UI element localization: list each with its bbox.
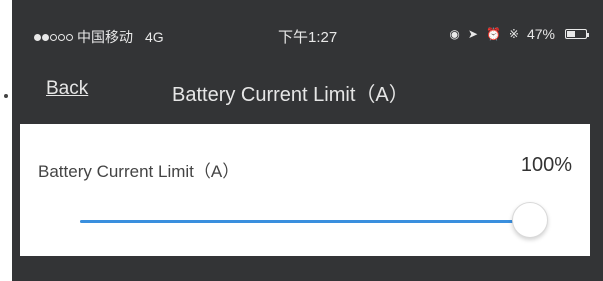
- alarm-icon: ⏰: [485, 27, 501, 41]
- signal-dot: [66, 33, 73, 41]
- status-left: 中国移动 4G: [34, 27, 164, 47]
- location-icon: ➤: [467, 27, 478, 41]
- signal-dot: [50, 33, 57, 41]
- signal-dot: [42, 33, 49, 41]
- battery-fill: [567, 31, 576, 37]
- bluetooth-icon: ※: [508, 27, 519, 41]
- signal-strength-icon: [34, 33, 73, 41]
- page-title: Battery Current Limit（A）: [172, 84, 409, 106]
- carrier-name: 中国移动: [77, 29, 133, 45]
- slider-fill: [80, 220, 530, 223]
- navigation-bar: Back Battery Current Limit（A）: [12, 70, 603, 116]
- slider-thumb[interactable]: [512, 202, 548, 238]
- battery-percent: 47%: [526, 26, 555, 42]
- status-bar: 中国移动 4G 下午1:27 ◉ ➤ ⏰ ※ 47%: [12, 0, 603, 70]
- status-time: 下午1:27: [278, 29, 338, 46]
- edge-dot: [4, 94, 8, 98]
- current-limit-slider[interactable]: [80, 202, 548, 238]
- signal-dot: [34, 33, 41, 41]
- status-right: ◉ ➤ ⏰ ※ 47%: [449, 26, 589, 42]
- network-type: 4G: [145, 29, 164, 45]
- setting-panel: Battery Current Limit（A） 100%: [20, 124, 590, 256]
- battery-icon: [565, 29, 589, 39]
- setting-label: Battery Current Limit（A）: [38, 162, 240, 181]
- lock-rotation-icon: ◉: [449, 27, 460, 41]
- setting-value: 100%: [520, 154, 572, 176]
- back-button[interactable]: Back: [46, 78, 88, 100]
- signal-dot: [58, 33, 65, 41]
